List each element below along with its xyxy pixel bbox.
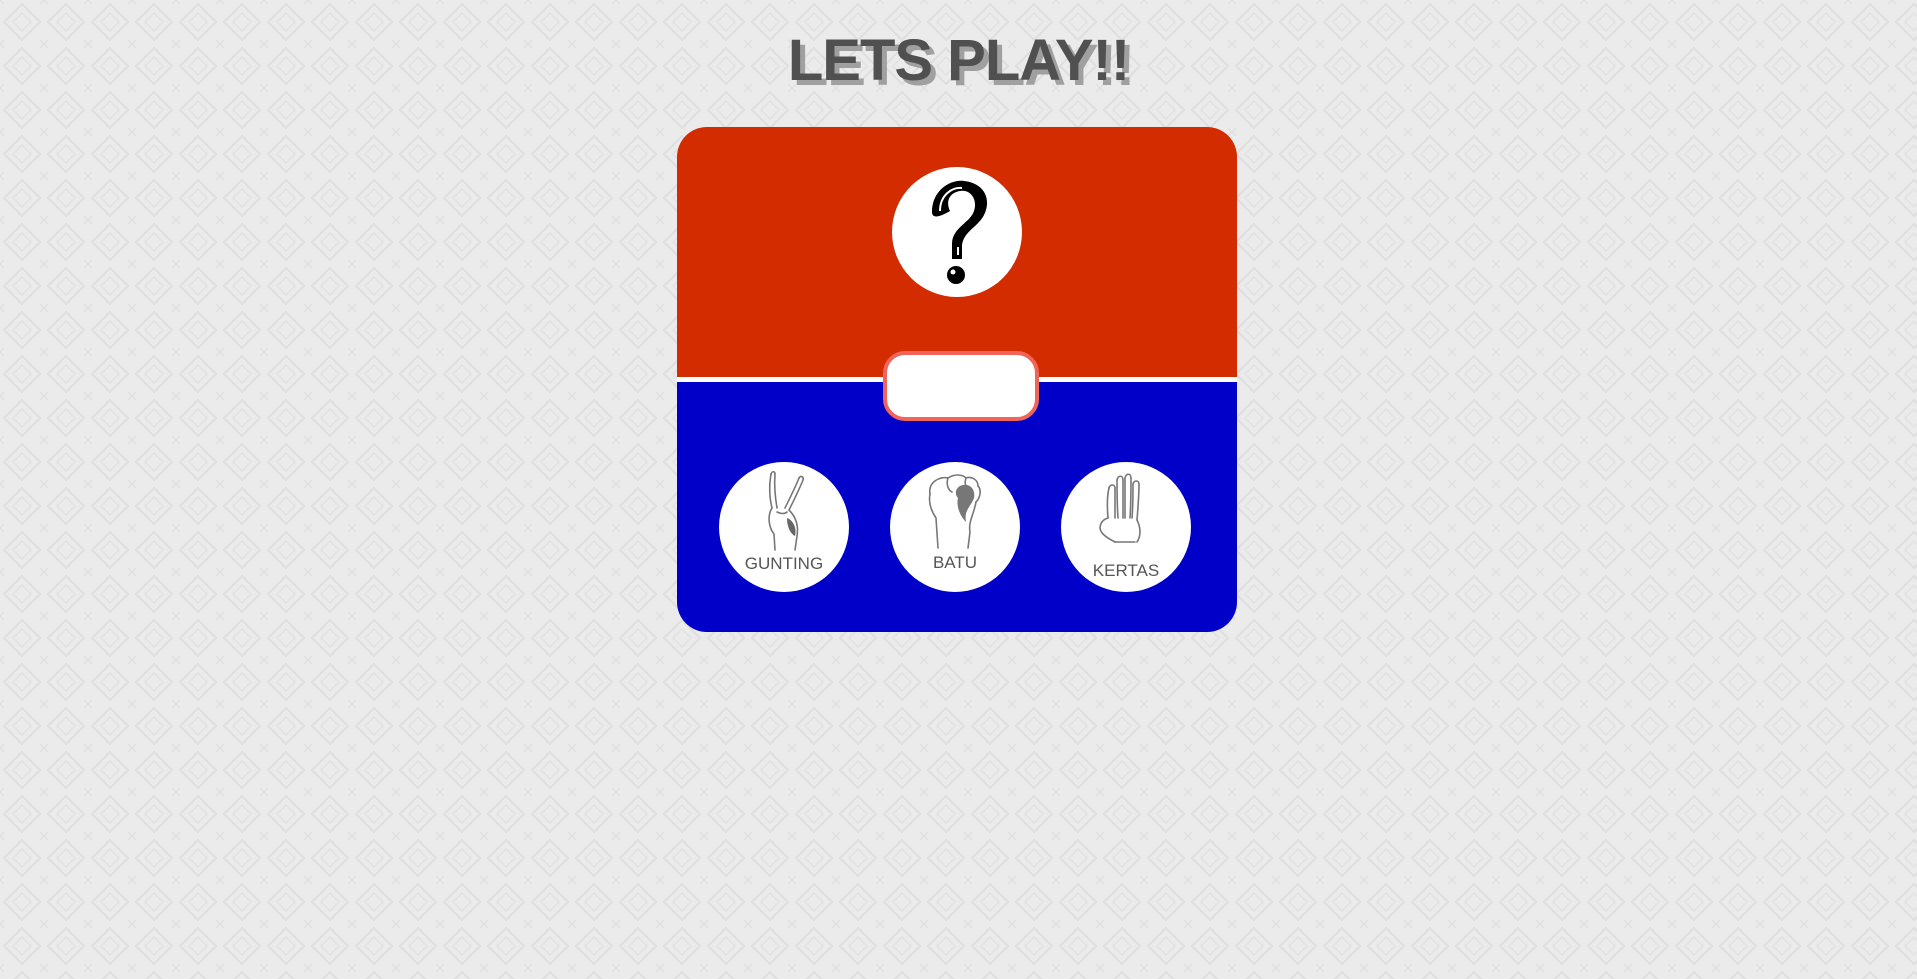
scissors-hand-icon: GUNTING: [745, 470, 823, 573]
gunting-choice-button[interactable]: GUNTING: [719, 462, 849, 592]
game-board: GUNTING BATU KERTAS: [677, 127, 1237, 632]
kertas-choice-button[interactable]: KERTAS: [1061, 462, 1191, 592]
rock-fist-icon: BATU: [928, 474, 981, 572]
page-title: LETS PLAY!!: [787, 28, 1130, 93]
computer-choice: [892, 167, 1022, 297]
gunting-label: GUNTING: [745, 554, 823, 573]
result-display: [883, 351, 1039, 421]
kertas-label: KERTAS: [1093, 561, 1159, 580]
question-mark-icon: [932, 180, 988, 284]
batu-choice-button[interactable]: BATU: [890, 462, 1020, 592]
paper-hand-icon: KERTAS: [1093, 473, 1159, 580]
batu-label: BATU: [933, 553, 977, 572]
